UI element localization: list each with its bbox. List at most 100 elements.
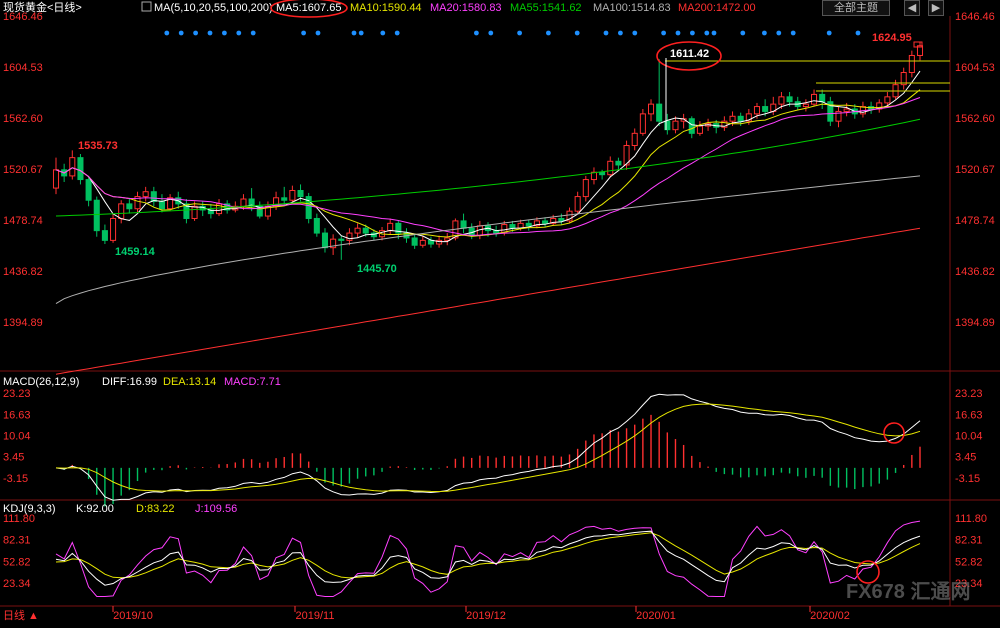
signal-dot: [178, 30, 184, 36]
candle-body: [558, 217, 565, 222]
kdj-tick-right: 111.80: [955, 513, 987, 525]
date-tick-label: 2020/01: [636, 610, 676, 622]
signal-dot: [776, 30, 782, 36]
signal-dot: [517, 30, 522, 36]
price-tick-left: 1478.74: [3, 215, 43, 227]
signal-dot: [301, 30, 306, 36]
candle-body: [411, 237, 418, 246]
candle-body: [737, 115, 744, 122]
candle-body: [778, 96, 785, 105]
price-annotation: 1535.73: [78, 140, 118, 152]
signal-dot: [358, 30, 364, 36]
candle-body: [313, 217, 320, 234]
price-tick-right: 1436.82: [955, 266, 995, 278]
signal-dot: [574, 30, 580, 36]
candle-body: [338, 238, 345, 241]
signal-dot: [193, 30, 199, 36]
candle-body: [69, 157, 76, 177]
date-tick-label: 2019/11: [296, 610, 335, 622]
kdj-tick-left: 23.34: [3, 578, 31, 590]
signal-dot: [380, 30, 386, 36]
signal-dot: [236, 30, 242, 36]
candle-body: [362, 227, 369, 234]
signal-dot: [762, 30, 767, 36]
signal-dot: [603, 30, 609, 36]
chart-window: 全部主题 ◀ ▶ 现货黄金<日线> MA(5,10,20,55,100,200)…: [0, 0, 1000, 623]
signal-dot: [394, 30, 400, 36]
kdj-j: J:109.56: [195, 503, 237, 515]
price-tick-left: 1604.53: [3, 62, 43, 74]
candle-body: [786, 96, 793, 103]
price-tick-left: 1394.89: [3, 317, 43, 329]
candle-body: [101, 230, 108, 241]
candle-body: [77, 157, 84, 181]
macd-diff: DIFF:16.99: [102, 376, 157, 388]
signal-dot: [704, 30, 710, 36]
candle-body: [688, 118, 695, 134]
macd-tick-left: 16.63: [3, 409, 31, 421]
signal-dot: [675, 30, 681, 36]
ma-value-5: MA200:1472.00: [678, 2, 756, 14]
candle-body: [525, 222, 532, 227]
nav-right-button[interactable]: ▶: [928, 0, 944, 16]
signal-dot: [855, 30, 861, 36]
signal-dot: [826, 30, 832, 36]
candle-body: [52, 169, 60, 189]
macd-dea: DEA:13.14: [163, 376, 216, 388]
kdj-tick-left: 111.80: [3, 513, 35, 525]
price-tick-right: 1520.67: [955, 164, 995, 176]
watermark: FX678 汇通网: [846, 580, 970, 603]
signal-dot: [546, 30, 551, 36]
signal-dot: [661, 30, 666, 36]
candle-body: [460, 220, 467, 229]
candle-body: [811, 93, 818, 105]
candle-body: [150, 191, 157, 202]
signal-dot: [207, 30, 213, 36]
ma-value-0: MA5:1607.65: [276, 2, 341, 14]
price-annotation: 1459.14: [115, 246, 156, 258]
macd-name: MACD(26,12,9): [3, 376, 79, 388]
candle-body: [696, 125, 703, 134]
candle-body: [762, 106, 769, 112]
candle-body: [631, 132, 638, 146]
period-selector[interactable]: 日线 ▲: [3, 608, 39, 622]
kdj-tick-left: 52.82: [3, 556, 31, 568]
date-tick-label: 2020/02: [810, 610, 850, 622]
candle-body: [191, 205, 198, 219]
theme-button[interactable]: 全部主题: [822, 0, 890, 16]
macd-header: MACD(26,12,9) DIFF:16.99 DEA:13.14 MACD:…: [3, 376, 281, 388]
date-tick-label: 2019/12: [466, 610, 506, 622]
price-tick-left: 1520.67: [3, 164, 43, 176]
candle-body: [729, 115, 736, 122]
macd-tick-right: 16.63: [955, 409, 983, 421]
ma-value-1: MA10:1590.44: [350, 2, 422, 14]
candle-body: [126, 203, 133, 210]
ma-value-2: MA20:1580.83: [430, 2, 502, 14]
candle-body: [639, 113, 646, 134]
macd-tick-right: 23.23: [955, 388, 983, 400]
macd-tick-left: 3.45: [3, 452, 24, 464]
candle-body: [753, 106, 761, 115]
chart-canvas: 现货黄金<日线> MA(5,10,20,55,100,200) MA5:1607…: [0, 0, 1000, 623]
candle-body: [615, 160, 622, 166]
signal-dot: [164, 30, 170, 36]
signal-dot: [488, 30, 494, 36]
candle-body: [158, 200, 165, 210]
macd-value: MACD:7.71: [224, 376, 281, 388]
date-tick-label: 2019/10: [113, 610, 153, 622]
kdj-k: K:92.00: [76, 503, 114, 515]
candle-body: [297, 189, 304, 198]
nav-left-button[interactable]: ◀: [904, 0, 920, 16]
price-annotation: 1445.70: [357, 263, 397, 275]
signal-dot: [690, 30, 695, 36]
price-tick-left: 1436.82: [3, 266, 43, 278]
signal-dot: [315, 30, 321, 36]
candle-body: [321, 232, 329, 249]
candle-body: [387, 222, 394, 232]
signal-dot: [222, 30, 227, 36]
candle-body: [599, 171, 606, 176]
candle-body: [419, 239, 426, 246]
candle-body: [542, 220, 549, 224]
candle-body: [908, 54, 915, 74]
candle-body: [110, 217, 117, 241]
